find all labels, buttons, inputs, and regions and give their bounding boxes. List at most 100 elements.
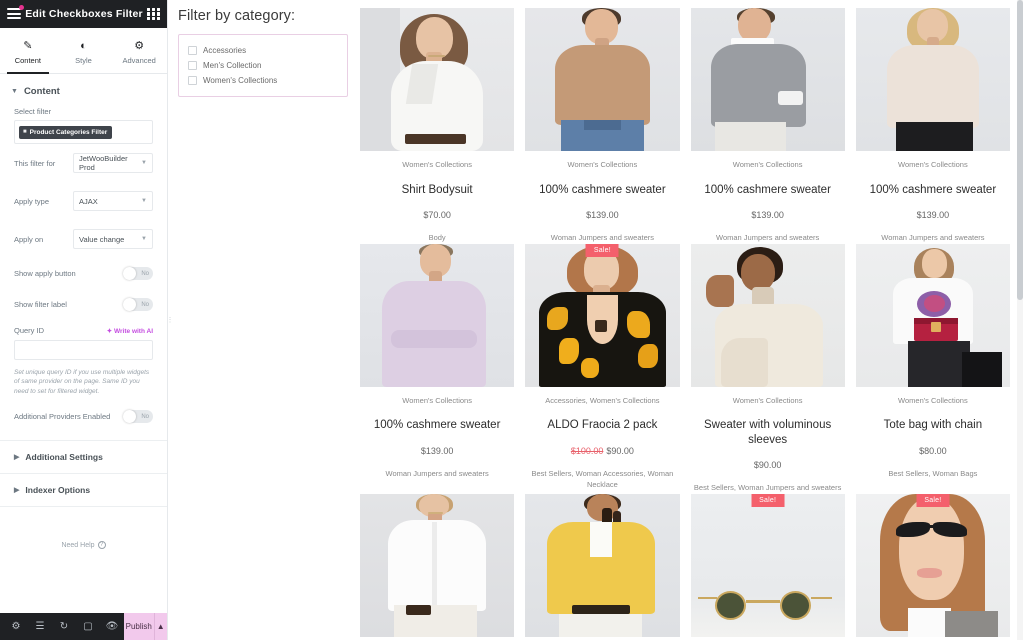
settings-icon[interactable]: ⚙ [4, 613, 28, 640]
chevron-up-icon[interactable]: ▲ [153, 613, 167, 640]
query-id-label: Query ID [14, 326, 45, 335]
product-name[interactable]: Shirt Bodysuit [402, 183, 473, 197]
panel-tabs: ✎ Content ◐ Style ⚙ Advanced [0, 28, 167, 74]
query-id-input[interactable] [14, 340, 153, 360]
product-card[interactable]: Women's Collections 100% cashmere sweate… [525, 8, 680, 244]
remove-tag-icon[interactable]: ■ [23, 129, 27, 135]
product-name[interactable]: ALDO Fraocia 2 pack [547, 418, 657, 432]
product-image-woman-in-white-blouse[interactable] [360, 8, 515, 151]
tab-style-label: Style [75, 55, 92, 65]
apply-type-select[interactable]: AJAX ▼ [73, 191, 153, 211]
publish-button[interactable]: Publish [124, 613, 154, 640]
product-image-woman-with-red-shoulder-bag[interactable] [855, 243, 1010, 387]
checkbox-icon[interactable] [188, 46, 197, 55]
product-card[interactable] [360, 493, 515, 640]
product-name[interactable]: 100% cashmere sweater [539, 183, 666, 197]
panel-resize-handle[interactable]: ⋮ [167, 307, 174, 333]
product-price: $100.00 $90.00 [571, 446, 634, 456]
product-card[interactable]: Sale! [855, 493, 1010, 640]
product-name[interactable]: 100% cashmere sweater [374, 418, 501, 432]
this-filter-for-select[interactable]: JetWooBuilder Prod ▼ [73, 153, 153, 173]
apply-type-row: Apply type AJAX ▼ [0, 182, 167, 220]
product-card[interactable]: Women's Collections 100% cashmere sweate… [855, 8, 1010, 244]
additional-providers-label: Additional Providers Enabled [14, 412, 111, 422]
filter-option-mens-collection[interactable]: Men's Collection [188, 58, 338, 73]
product-card[interactable]: Women's Collections 100% cashmere sweate… [360, 243, 515, 494]
checkbox-icon[interactable] [188, 61, 197, 70]
product-tags: Best Sellers, Woman Jumpers and sweaters [693, 483, 842, 492]
navigator-icon[interactable]: ☰ [28, 613, 52, 640]
product-card[interactable]: Women's Collections Tote bag with chain … [855, 243, 1010, 494]
tab-content[interactable]: ✎ Content [0, 28, 56, 74]
product-name[interactable]: Sweater with voluminous sleeves [691, 418, 845, 447]
product-category: Women's Collections [898, 395, 968, 405]
product-grid: Women's Collections Shirt Bodysuit $70.0… [360, 8, 1010, 640]
product-card[interactable]: Women's Collections 100% cashmere sweate… [690, 8, 845, 244]
filter-option-accessories[interactable]: Accessories [188, 43, 338, 58]
product-image-woman-in-white-shirt[interactable] [360, 493, 515, 637]
select-filter-input[interactable]: ■ Product Categories Filter [14, 120, 153, 144]
product-image-woman-in-cream-turtleneck[interactable] [690, 243, 845, 387]
product-image-blonde-woman-in-cream-sweater[interactable] [855, 8, 1010, 151]
product-card[interactable]: Women's Collections Sweater with volumin… [690, 243, 845, 494]
history-icon[interactable]: ↻ [52, 613, 76, 640]
chevron-down-icon: ▼ [141, 198, 147, 204]
apply-on-label: Apply on [14, 234, 44, 244]
apply-on-select[interactable]: Value change ▼ [73, 229, 153, 249]
chevron-down-icon: ▼ [141, 236, 147, 242]
product-category: Accessories, Women's Collections [545, 395, 660, 405]
query-id-help: Set unique query ID if you use multiple … [14, 369, 150, 395]
product-image-woman-in-grey-sweater[interactable] [690, 8, 845, 151]
scrollbar-thumb[interactable] [1017, 0, 1023, 300]
product-name[interactable]: 100% cashmere sweater [704, 183, 831, 197]
product-grid-container: Women's Collections Shirt Bodysuit $70.0… [360, 0, 1024, 640]
additional-providers-row: Additional Providers Enabled No [0, 396, 167, 432]
product-card[interactable]: Women's Collections Shirt Bodysuit $70.0… [360, 8, 515, 244]
additional-providers-toggle[interactable]: No [123, 410, 153, 424]
question-mark-icon: ? [97, 541, 106, 550]
responsive-icon[interactable]: ▢ [76, 613, 100, 640]
filter-tag-label: Product Categories Filter [29, 128, 108, 136]
product-card[interactable] [525, 493, 680, 640]
filter-option-label: Accessories [203, 46, 247, 55]
product-tags: Best Sellers, Woman Bags [888, 468, 978, 478]
query-id-row: Query ID ✦ Write with AI [0, 320, 167, 338]
product-category: Women's Collections [402, 160, 472, 169]
show-filter-label-toggle[interactable]: No [123, 298, 153, 311]
section-content-toggle[interactable]: ▼ Content [0, 74, 167, 107]
product-image-woman-in-lilac-sweater[interactable] [360, 243, 515, 387]
tab-advanced[interactable]: ⚙ Advanced [111, 28, 167, 73]
hamburger-icon[interactable] [7, 5, 24, 20]
section-indexer-options[interactable]: ▶ Indexer Options [0, 474, 167, 508]
need-help-link[interactable]: Need Help ? [0, 507, 167, 550]
elementor-panel: Edit Checkboxes Filter ✎ Content ◐ Style… [0, 0, 174, 640]
apply-type-value: AJAX [79, 196, 98, 206]
product-image-woman-in-yellow-leather-jacket[interactable] [525, 493, 680, 637]
product-image-round-green-sunglasses[interactable]: Sale! [690, 493, 845, 637]
additional-providers-value: No [141, 413, 149, 420]
product-category: Women's Collections [732, 160, 803, 169]
filter-tag[interactable]: ■ Product Categories Filter [19, 125, 113, 139]
product-card[interactable]: Sale! [690, 493, 845, 640]
product-name[interactable]: 100% cashmere sweater [870, 183, 997, 197]
product-card[interactable]: Sale! [525, 243, 680, 494]
indexer-options-label: Indexer Options [25, 485, 91, 496]
checkbox-icon[interactable] [188, 76, 197, 85]
section-additional-settings[interactable]: ▶ Additional Settings [0, 441, 167, 475]
write-with-ai-link[interactable]: ✦ Write with AI [107, 327, 153, 335]
show-apply-button-toggle[interactable]: No [123, 267, 153, 280]
section-content-label: Content [23, 86, 60, 97]
this-filter-for-row: This filter for JetWooBuilder Prod ▼ [0, 144, 167, 182]
product-image-woman-in-beige-sweater[interactable] [525, 8, 680, 151]
write-with-ai-label: Write with AI [114, 327, 153, 335]
tab-style[interactable]: ◐ Style [56, 28, 112, 73]
product-category: Women's Collections [898, 160, 968, 169]
panel-footer: ⚙ ☰ ↻ ▢ 👁 Publish ▲ [0, 613, 167, 640]
widgets-grid-icon[interactable] [147, 7, 160, 21]
product-image-woman-wearing-black-sunglasses[interactable]: Sale! [855, 493, 1010, 637]
product-name[interactable]: Tote bag with chain [884, 418, 982, 432]
product-image-woman-in-floral-dress-with-necklace[interactable]: Sale! [525, 243, 680, 387]
product-tags: Woman Jumpers and sweaters [716, 232, 820, 242]
filter-option-womens-collections[interactable]: Women's Collections [188, 73, 338, 88]
preview-icon[interactable]: 👁 [100, 613, 124, 640]
